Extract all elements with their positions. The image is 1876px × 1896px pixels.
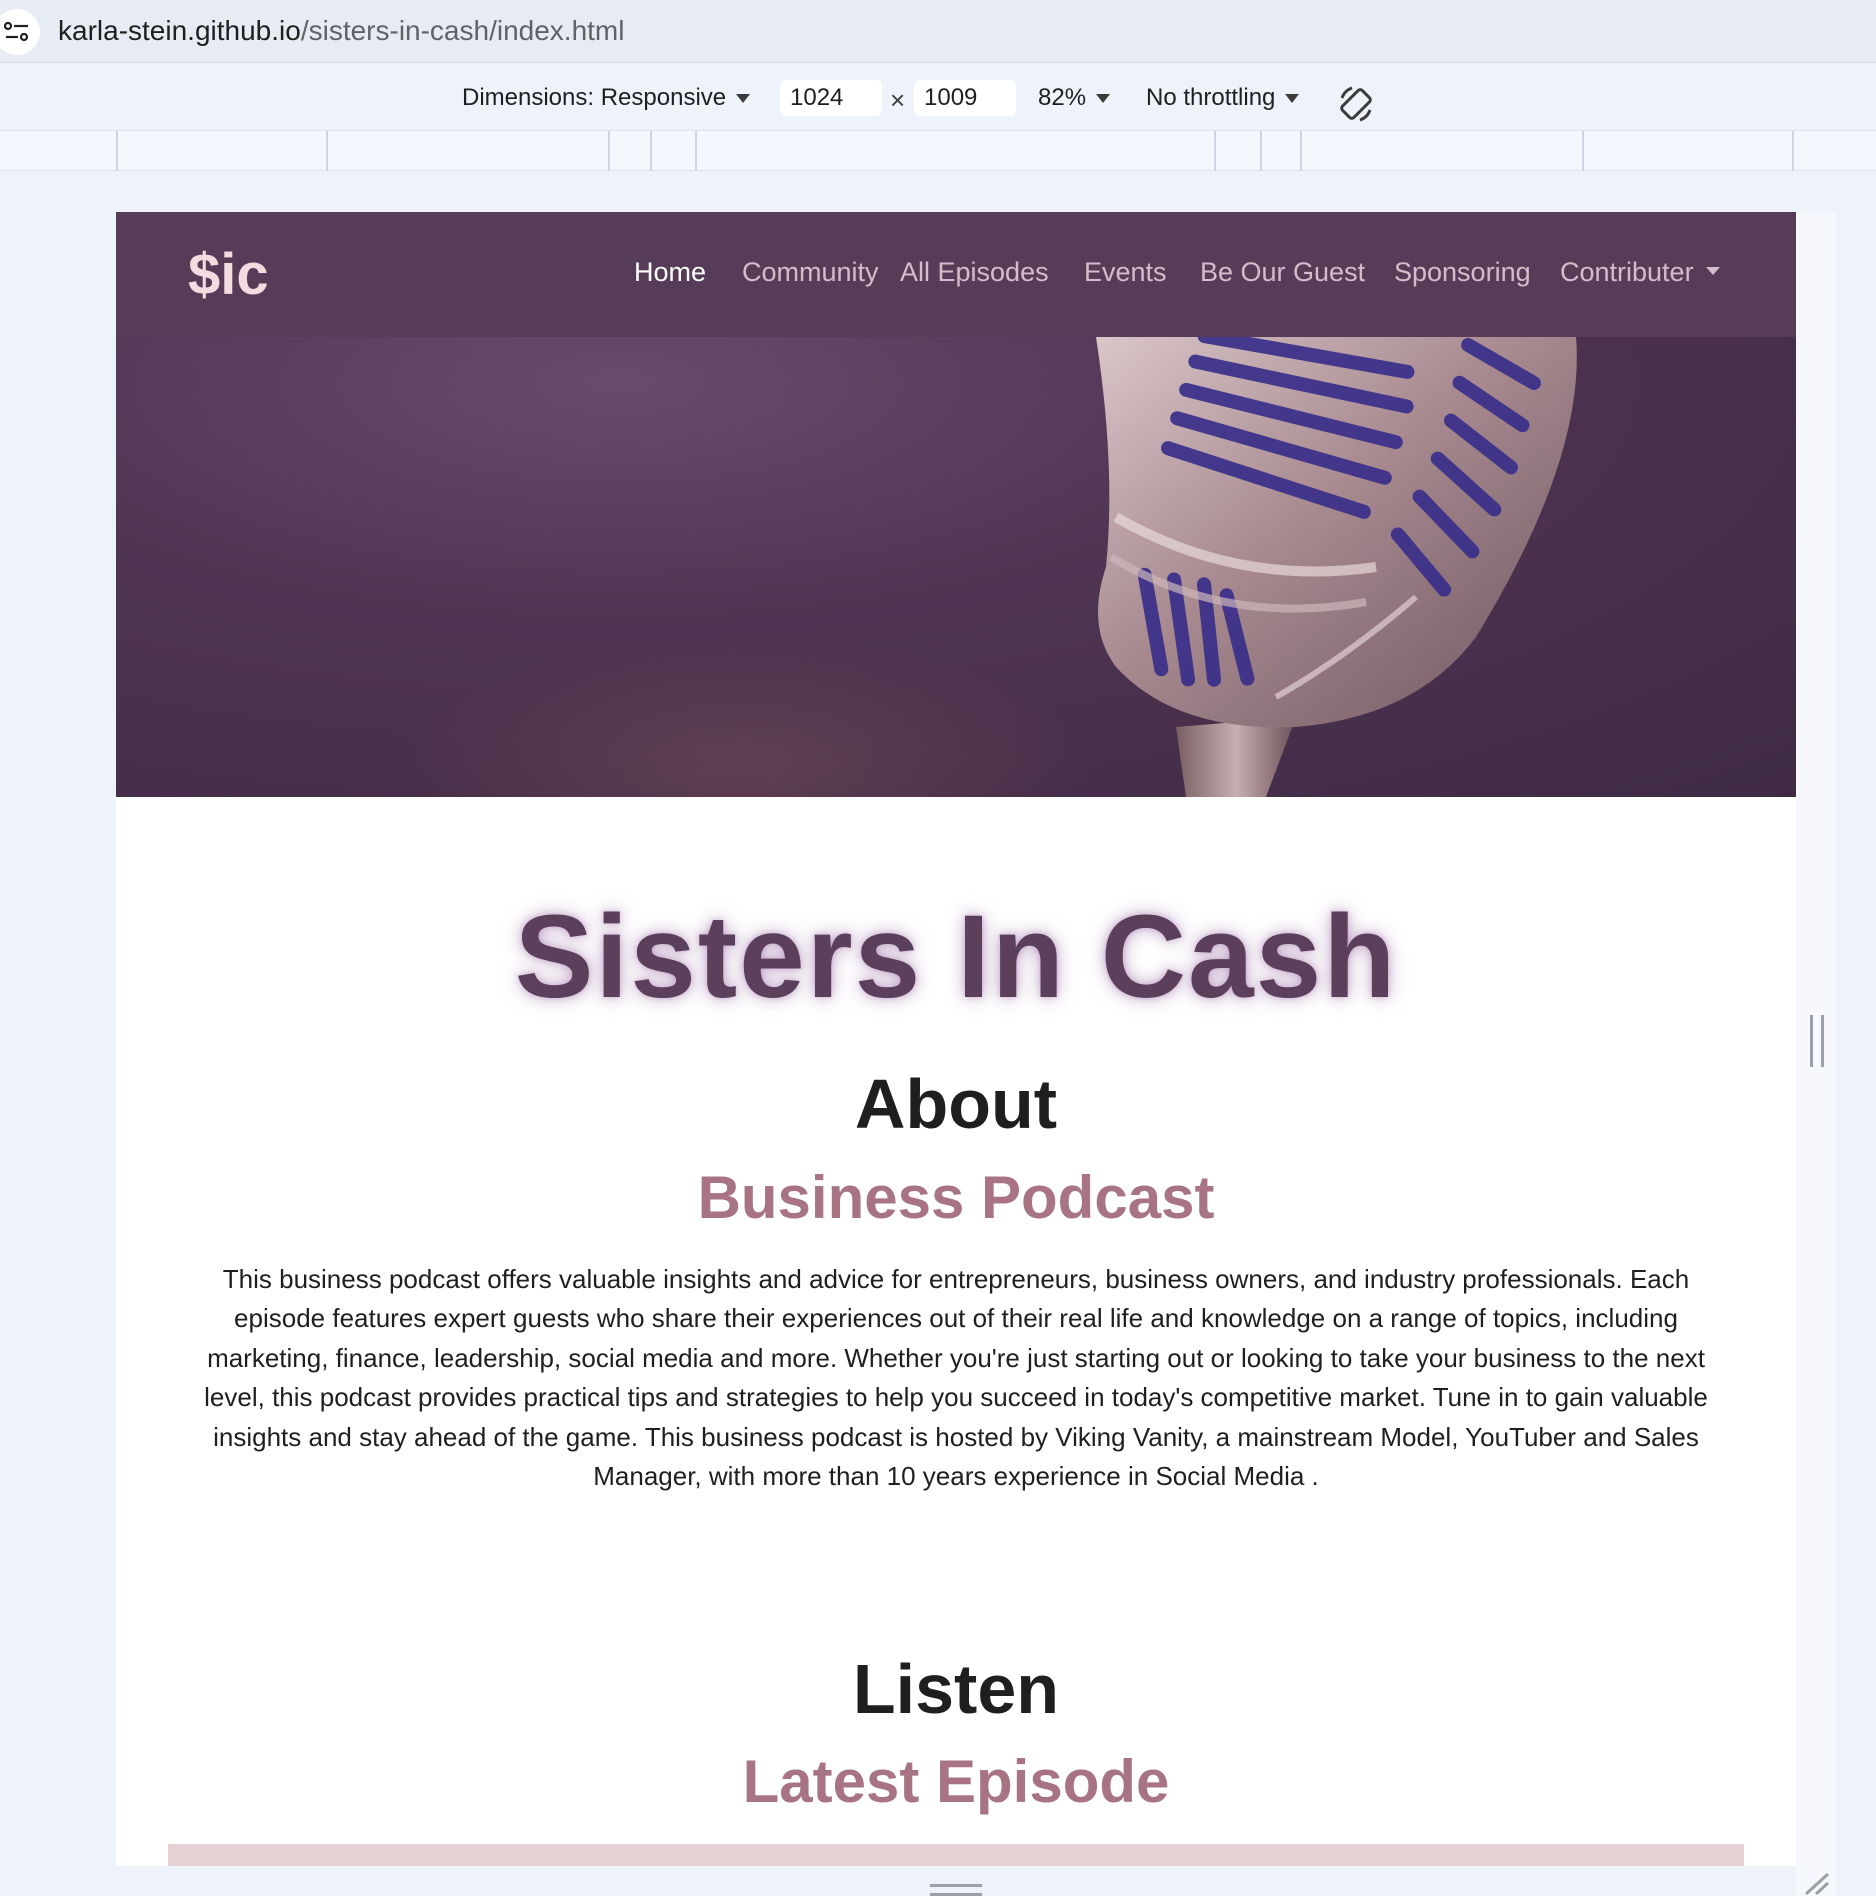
ruler-segment[interactable]	[650, 131, 652, 171]
chevron-down-icon	[736, 94, 751, 104]
zoom-value: 82%	[1038, 84, 1087, 111]
site-info-button[interactable]	[0, 9, 40, 55]
site-title: Sisters In Cash	[514, 891, 1398, 1023]
ruler-segment[interactable]	[116, 131, 118, 171]
ruler-segment[interactable]	[1792, 131, 1794, 171]
zoom-dropdown[interactable]: 82%	[1038, 83, 1111, 113]
address-bar: karla-stein.github.io/sisters-in-cash/in…	[0, 0, 1876, 63]
dimensions-label: Dimensions: Responsive	[462, 84, 727, 111]
url-field[interactable]: karla-stein.github.io/sisters-in-cash/in…	[58, 14, 624, 48]
ruler-segment[interactable]	[695, 131, 697, 171]
media-query-ruler[interactable]	[0, 131, 1876, 171]
ruler-segment[interactable]	[608, 131, 610, 171]
hero-image	[116, 337, 1796, 797]
ruler-segment[interactable]	[1582, 131, 1584, 171]
nav-dropdown-contributer[interactable]: Contributer	[1560, 252, 1720, 292]
dimensions-dropdown[interactable]: Dimensions: Responsive	[462, 83, 751, 113]
nav-link-sponsoring[interactable]: Sponsoring	[1394, 252, 1531, 292]
throttling-dropdown[interactable]: No throttling	[1146, 83, 1300, 113]
listen-heading: Listen	[852, 1650, 1060, 1728]
latest-episode-heading: Latest Episode	[742, 1748, 1170, 1815]
microphone-image	[1096, 337, 1577, 797]
about-heading: About	[854, 1065, 1058, 1143]
ruler-segment[interactable]	[326, 131, 328, 171]
nav-link-community[interactable]: Community	[742, 252, 879, 292]
nav-link-contributer-label: Contributer	[1560, 257, 1694, 287]
site-info-icon	[4, 21, 29, 42]
chevron-down-icon	[1285, 94, 1300, 104]
device-toolbar: Dimensions: Responsive × 82% No throttli…	[0, 63, 1876, 131]
times-sign: ×	[890, 85, 906, 115]
browser-window: karla-stein.github.io/sisters-in-cash/in…	[0, 0, 1876, 1896]
url-host: karla-stein.github.io	[58, 15, 301, 46]
nav-link-events[interactable]: Events	[1084, 252, 1167, 292]
web-page: $ic Home Community All Episodes Events B…	[116, 212, 1796, 1896]
nav-link-home[interactable]: Home	[634, 252, 706, 292]
corner-resize-icon[interactable]	[1802, 1872, 1830, 1896]
site-navbar: $ic Home Community All Episodes Events B…	[116, 212, 1796, 337]
rotate-device-icon[interactable]	[1336, 84, 1376, 124]
nav-link-be-our-guest[interactable]: Be Our Guest	[1200, 252, 1365, 292]
brand-logo[interactable]: $ic	[188, 240, 269, 310]
ruler-segment[interactable]	[1300, 131, 1302, 171]
height-input[interactable]	[914, 80, 1016, 116]
ruler-segment[interactable]	[1214, 131, 1216, 171]
throttling-value: No throttling	[1146, 84, 1276, 111]
dropdown-caret-icon	[1705, 266, 1720, 275]
about-subheading: Business Podcast	[697, 1164, 1215, 1231]
about-paragraph: This business podcast offers valuable in…	[204, 1264, 1708, 1492]
chevron-down-icon	[1096, 94, 1111, 104]
resize-handle-icon[interactable]	[1810, 1015, 1824, 1067]
url-path: /sisters-in-cash/index.html	[300, 15, 625, 46]
ruler-segment[interactable]	[1260, 131, 1262, 171]
width-input[interactable]	[780, 80, 882, 116]
drawer-handle-icon[interactable]	[930, 1884, 982, 1896]
nav-link-all-episodes[interactable]: All Episodes	[900, 252, 1049, 292]
